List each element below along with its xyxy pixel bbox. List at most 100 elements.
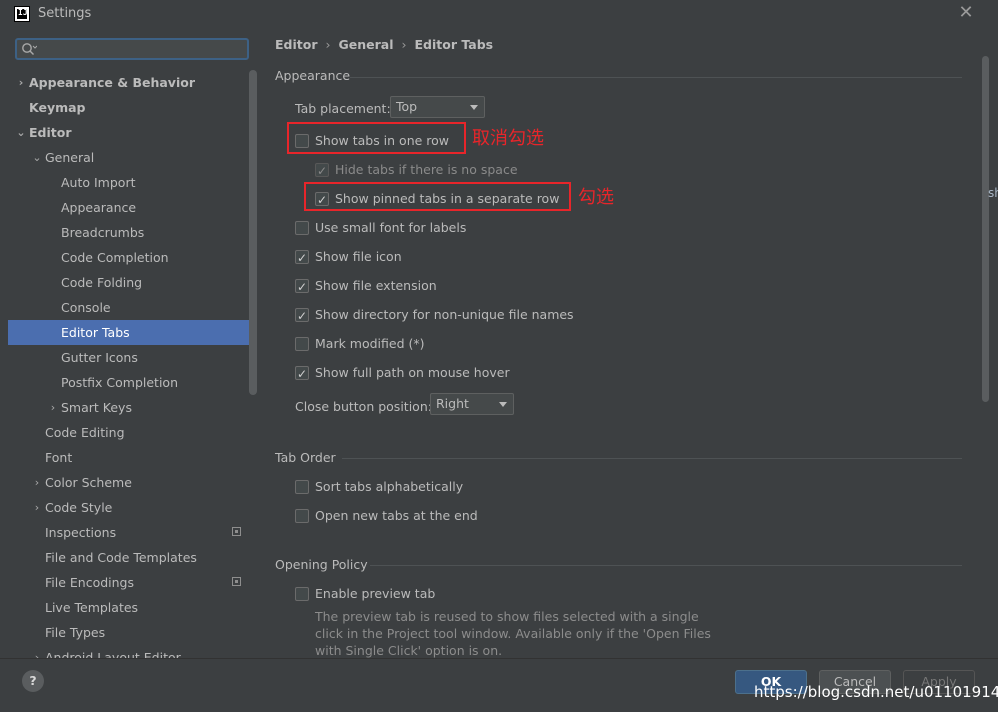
search-box[interactable] (15, 38, 249, 60)
checkbox-label: Show file extension (315, 278, 437, 293)
checkbox[interactable] (295, 587, 309, 601)
tree-item-code-completion[interactable]: Code Completion (8, 245, 257, 270)
checkbox[interactable] (295, 221, 309, 235)
breadcrumb-separator: › (325, 37, 331, 52)
tree-item-editor-tabs[interactable]: Editor Tabs (8, 320, 257, 345)
tree-item-appearance-behavior[interactable]: › Appearance & Behavior (8, 70, 257, 95)
tree-item-file-and-code-templates[interactable]: File and Code Templates (8, 545, 257, 570)
tree-item-label: Android Layout Editor (45, 650, 181, 658)
chevron-right-icon[interactable]: › (31, 495, 43, 520)
annotation-uncheck-text: 取消勾选 (472, 128, 544, 149)
breadcrumb-item[interactable]: General (339, 37, 394, 52)
tree-item-android-layout-editor[interactable]: › Android Layout Editor (8, 645, 257, 658)
chevron-down-icon[interactable]: ⌄ (31, 145, 43, 170)
nav-scrollbar[interactable] (249, 70, 257, 395)
tree-item-label: Inspections (45, 525, 117, 540)
chevron-down-icon[interactable]: ⌄ (15, 120, 27, 145)
search-input[interactable] (41, 42, 245, 58)
tree-item-label: Editor (29, 125, 72, 140)
tree-item-label: Code Editing (45, 425, 125, 440)
chevron-right-icon[interactable]: › (15, 70, 27, 95)
tree-item-appearance[interactable]: Appearance (8, 195, 257, 220)
chevron-right-icon[interactable]: › (47, 395, 59, 420)
tree-item-label: Color Scheme (45, 475, 132, 490)
checkbox (315, 161, 329, 181)
section-divider (350, 77, 962, 78)
checkbox[interactable] (295, 480, 309, 494)
checkbox-label: Show file icon (315, 249, 402, 264)
checkbox-label: Mark modified (*) (315, 336, 425, 351)
tree-item-breadcrumbs[interactable]: Breadcrumbs (8, 220, 257, 245)
tree-item-label: General (45, 150, 95, 165)
tree-item-auto-import[interactable]: Auto Import (8, 170, 257, 195)
tree-item-label: Auto Import (61, 175, 136, 190)
tree-item-label: Smart Keys (61, 400, 132, 415)
tab-placement-select[interactable]: Top (390, 96, 485, 118)
tree-item-keymap[interactable]: Keymap (8, 95, 257, 120)
tree-item-label: Gutter Icons (61, 350, 138, 365)
window-title: Settings (38, 6, 92, 21)
tree-item-gutter-icons[interactable]: Gutter Icons (8, 345, 257, 370)
section-title-opening-policy: Opening Policy (275, 557, 368, 572)
checkbox[interactable] (295, 509, 309, 523)
checkbox-label: Hide tabs if there is no space (335, 162, 518, 177)
section-divider (370, 565, 962, 566)
background-code-fragment: sh (988, 186, 998, 200)
tree-item-label: File and Code Templates (45, 550, 197, 565)
tree-item-label: Live Templates (45, 600, 139, 615)
tree-item-code-style[interactable]: › Code Style (8, 495, 257, 520)
help-button[interactable]: ? (22, 670, 44, 692)
chevron-right-icon[interactable]: › (31, 645, 43, 658)
tree-item-label: Code Style (45, 500, 113, 515)
checkbox-label: Enable preview tab (315, 586, 436, 601)
tree-item-code-folding[interactable]: Code Folding (8, 270, 257, 295)
settings-nav-panel: › Appearance & Behavior Keymap ⌄ Editor ⌄ Gene… (0, 28, 258, 658)
chevron-right-icon[interactable]: › (31, 470, 43, 495)
tree-item-label: Console (61, 300, 111, 315)
tree-item-label: Postfix Completion (61, 375, 178, 390)
search-icon (22, 43, 37, 55)
tree-item-label: Appearance & Behavior (29, 75, 195, 90)
breadcrumb-item[interactable]: Editor (275, 37, 318, 52)
tree-item-label: Code Folding (61, 275, 143, 290)
tree-item-file-types[interactable]: File Types (8, 620, 257, 645)
settings-content-panel: Editor › General › Editor Tabs Appearance Ta… (258, 28, 998, 658)
tree-item-live-templates[interactable]: Live Templates (8, 595, 257, 620)
dialog-button-bar: ? OK Cancel Apply https://blog.csdn.net/… (0, 658, 998, 712)
breadcrumb-separator: › (401, 37, 407, 52)
checkbox[interactable] (295, 277, 309, 297)
breadcrumb-item-current: Editor Tabs (414, 37, 494, 52)
checkbox[interactable] (295, 306, 309, 326)
watermark: https://blog.csdn.net/u011019141 (754, 683, 998, 701)
tab-placement-label: Tab placement: (295, 101, 391, 116)
preview-tab-description: The preview tab is reused to show files … (315, 609, 711, 658)
tree-item-color-scheme[interactable]: › Color Scheme (8, 470, 257, 495)
tree-item-label: Editor Tabs (61, 325, 130, 340)
checkbox[interactable] (295, 364, 309, 384)
annotation-box-uncheck (287, 122, 466, 154)
content-scrollbar[interactable] (982, 56, 989, 402)
chevron-down-icon (499, 402, 507, 407)
tree-item-file-encodings[interactable]: File Encodings (8, 570, 257, 595)
tree-item-smart-keys[interactable]: › Smart Keys (8, 395, 257, 420)
close-icon[interactable]: ✕ (958, 4, 974, 22)
checkbox-label: Show directory for non-unique file names (315, 307, 574, 322)
tree-item-console[interactable]: Console (8, 295, 257, 320)
tree-item-general[interactable]: ⌄ General (8, 145, 257, 170)
checkbox[interactable] (295, 337, 309, 351)
tree-item-inspections[interactable]: Inspections (8, 520, 257, 545)
tree-item-code-editing[interactable]: Code Editing (8, 420, 257, 445)
tree-item-font[interactable]: Font (8, 445, 257, 470)
breadcrumb: Editor › General › Editor Tabs (275, 37, 493, 52)
close-button-position-select[interactable]: Right (430, 393, 514, 415)
tree-item-editor[interactable]: ⌄ Editor (8, 120, 257, 145)
intellij-icon: IJ (14, 6, 30, 22)
project-settings-icon (232, 577, 241, 586)
project-settings-icon (232, 527, 241, 536)
tree-item-postfix-completion[interactable]: Postfix Completion (8, 370, 257, 395)
tree-item-label: Appearance (61, 200, 137, 215)
section-divider (342, 458, 962, 459)
checkbox[interactable] (295, 248, 309, 268)
settings-dialog: IJ Settings ✕ › Appearance & Behavior Keym… (0, 0, 998, 712)
checkbox-label: Use small font for labels (315, 220, 467, 235)
